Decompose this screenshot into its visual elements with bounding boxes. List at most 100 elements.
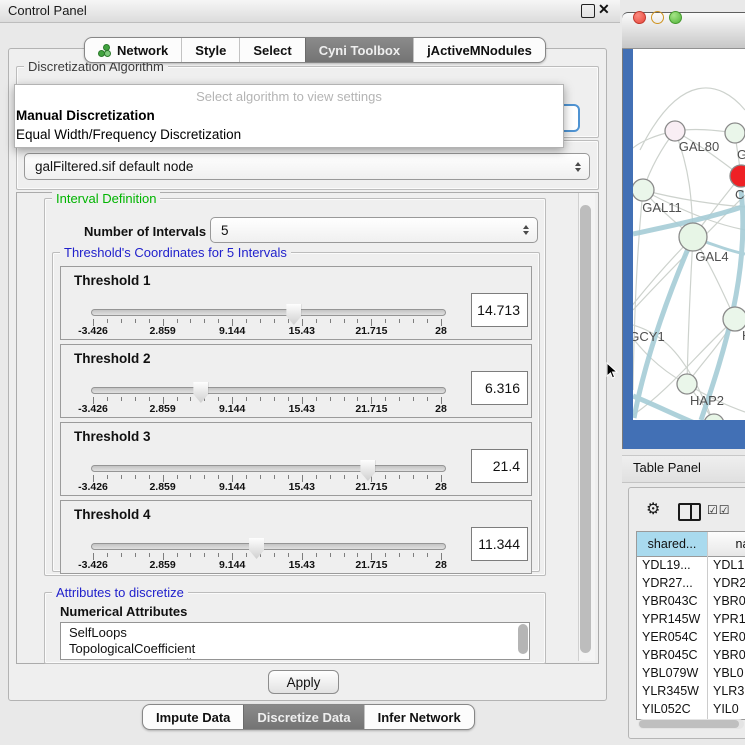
column-header-1[interactable]: shared... (637, 532, 708, 556)
threshold-value-field[interactable]: 11.344 (471, 527, 528, 561)
settings-scrollbar-thumb[interactable] (580, 205, 591, 653)
close-traffic-light-icon[interactable] (633, 11, 646, 24)
slider-thumb[interactable] (193, 382, 208, 403)
network-node-ga[interactable] (725, 123, 745, 143)
zoom-traffic-light-icon[interactable] (669, 11, 682, 24)
slider-tick (260, 319, 261, 323)
gear-icon[interactable]: ⚙ (646, 499, 660, 519)
slider-tick-label: -3.426 (78, 559, 108, 571)
slider-tick-label: 2.859 (149, 481, 175, 493)
network-canvas[interactable]: GAL80GACGAL11GAL4GCY1HHAP2 (633, 49, 745, 420)
slider-thumb[interactable] (249, 538, 264, 559)
network-node[interactable] (704, 414, 724, 420)
slider-tick (413, 475, 414, 479)
threshold-value-field[interactable]: 21.4 (471, 449, 528, 483)
slider-tick (399, 319, 400, 323)
table-data-combo[interactable]: galFiltered.sif default node (24, 153, 590, 180)
slider-tick (344, 319, 345, 323)
dropdown-options: Manual DiscretizationEqual Width/Frequen… (15, 106, 563, 144)
attribute-item-betweennesscentrality[interactable]: BetweennessCentrality (61, 656, 529, 660)
threshold-value-field[interactable]: 14.713 (471, 293, 528, 327)
table-row[interactable]: YDR27...YDR2 (637, 574, 745, 592)
table-header-row: shared...na (637, 532, 745, 557)
network-node-hap2[interactable] (677, 374, 697, 394)
table-hscrollbar-thumb[interactable] (639, 720, 739, 728)
slider-tick (288, 319, 289, 323)
table-row[interactable]: YER054CYER0 (637, 628, 745, 646)
tab-impute-data[interactable]: Impute Data (143, 705, 243, 729)
table-row[interactable]: YIL052CYIL0 (637, 700, 745, 718)
table-row[interactable]: YBR043CYBR0 (637, 592, 745, 610)
slider-tick (246, 319, 247, 323)
attributes-list[interactable]: SelfLoopsTopologicalCoefficientBetweenne… (60, 622, 530, 660)
slider-tick (399, 397, 400, 401)
network-icon (98, 44, 111, 57)
slider-thumb[interactable] (360, 460, 375, 481)
slider-track[interactable] (91, 309, 446, 316)
node-table: shared...na YDL19...YDL1YDR27...YDR2YBR0… (636, 531, 745, 720)
slider-tick (385, 397, 386, 401)
number-of-intervals-combo[interactable]: 5 (210, 217, 538, 243)
threshold-box-3: Threshold 3-3.4262.8599.14415.4321.71528… (60, 422, 532, 496)
slider-tick (135, 319, 136, 323)
minimize-traffic-light-icon[interactable] (651, 11, 664, 24)
slider-tick-label: 15.43 (289, 559, 315, 571)
slider-tick-label: 15.43 (289, 325, 315, 337)
columns-icon[interactable] (678, 503, 701, 521)
dropdown-option-manual-discretization[interactable]: Manual Discretization (15, 106, 563, 125)
column-header-2[interactable]: na (708, 532, 745, 556)
apply-button[interactable]: Apply (268, 670, 339, 694)
table-row[interactable]: YBL079WYBL0 (637, 664, 745, 682)
tab-style[interactable]: Style (181, 38, 239, 62)
node-label: GA (737, 147, 745, 162)
attributes-scrollbar-thumb[interactable] (518, 624, 528, 654)
table-row[interactable]: YBR045CYBR0 (637, 646, 745, 664)
tab-cyni-toolbox[interactable]: Cyni Toolbox (305, 38, 413, 62)
slider-track[interactable] (91, 387, 446, 394)
table-row[interactable]: YLR345WYLR3 (637, 682, 745, 700)
tab-jactivemnodules[interactable]: jActiveMNodules (413, 38, 545, 62)
tab-discretize-data[interactable]: Discretize Data (243, 705, 363, 729)
slider-tick-label: 9.144 (219, 481, 245, 493)
slider-tick (218, 475, 219, 479)
network-node-gal4[interactable] (679, 223, 707, 251)
close-window-icon[interactable]: ✕ (598, 1, 610, 18)
network-node-gal80[interactable] (665, 121, 685, 141)
network-node-gal11[interactable] (633, 179, 654, 201)
node-label: C (735, 187, 744, 202)
network-node-c[interactable] (730, 165, 745, 187)
slider-tick (149, 397, 150, 401)
cell-name: YBR0 (713, 646, 745, 664)
threshold-value-field[interactable]: 6.316 (471, 371, 528, 405)
slider-tick (385, 319, 386, 323)
threshold-label: Threshold 4 (74, 507, 151, 522)
slider-tick (330, 397, 331, 401)
slider-tick (344, 553, 345, 557)
tab-network[interactable]: Network (85, 38, 181, 62)
table-rows: YDL19...YDL1YDR27...YDR2YBR043CYBR0YPR14… (637, 556, 745, 718)
cell-shared-name: YLR345W (642, 682, 699, 700)
cell-shared-name: YBL079W (642, 664, 698, 682)
tab-infer-network[interactable]: Infer Network (364, 705, 474, 729)
slider-track[interactable] (91, 465, 446, 472)
slider-tick (316, 553, 317, 557)
slider-tick (107, 553, 108, 557)
slider-tick (190, 553, 191, 557)
float-window-icon[interactable] (581, 4, 595, 18)
tab-select[interactable]: Select (239, 38, 304, 62)
table-row[interactable]: YPR145WYPR1 (637, 610, 745, 628)
combo-spinner-icon (575, 162, 581, 172)
slider-tick (427, 553, 428, 557)
slider-track[interactable] (91, 543, 446, 550)
slider-tick-label: -3.426 (78, 403, 108, 415)
dropdown-option-equal-width-frequency-discretization[interactable]: Equal Width/Frequency Discretization (15, 125, 563, 144)
table-hscrollbar-track[interactable] (638, 719, 744, 729)
slider-tick (218, 553, 219, 557)
slider-tick (218, 319, 219, 323)
attribute-item-selfloops[interactable]: SelfLoops (61, 625, 529, 641)
table-row[interactable]: YDL19...YDL1 (637, 556, 745, 574)
attribute-item-topologicalcoefficient[interactable]: TopologicalCoefficient (61, 641, 529, 657)
slider-tick (316, 397, 317, 401)
checkboxes-icon[interactable]: ☑☑ (707, 503, 731, 517)
cell-shared-name: YER054C (642, 628, 698, 646)
